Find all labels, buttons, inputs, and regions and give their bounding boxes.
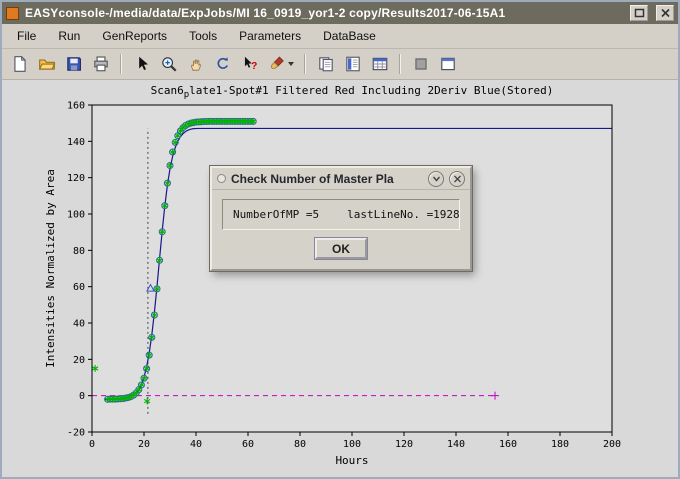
toolbar: ? xyxy=(2,49,678,80)
x-tick-label: 200 xyxy=(603,439,621,450)
x-tick-label: 20 xyxy=(138,439,150,450)
x-tick-label: 80 xyxy=(294,439,306,450)
menu-database[interactable]: DataBase xyxy=(312,26,387,46)
help-cursor-icon: ? xyxy=(241,55,259,73)
report-icon xyxy=(317,55,335,73)
pan-hand-icon xyxy=(187,55,205,73)
svg-text:?: ? xyxy=(251,61,257,72)
select-cursor-icon xyxy=(133,55,151,73)
dialog-close-button[interactable] xyxy=(449,171,465,187)
window-titlebar[interactable]: EASYconsole-/media/data/ExpJobs/MI 16_09… xyxy=(2,2,678,24)
select-cursor-button[interactable] xyxy=(129,52,154,77)
brush-button[interactable] xyxy=(264,52,297,77)
toolbar-separator xyxy=(304,54,306,74)
toolbar-separator xyxy=(399,54,401,74)
pan-hand-button[interactable] xyxy=(183,52,208,77)
stop-button[interactable] xyxy=(408,52,433,77)
stop-icon xyxy=(412,55,430,73)
x-tick-label: 120 xyxy=(395,439,413,450)
new-file-icon xyxy=(11,55,29,73)
toolbar-separator xyxy=(120,54,122,74)
refresh-icon xyxy=(214,55,232,73)
y-tick-label: 20 xyxy=(73,355,85,366)
help-cursor-button[interactable]: ? xyxy=(237,52,262,77)
menu-parameters[interactable]: Parameters xyxy=(228,26,312,46)
y-tick-label: 120 xyxy=(67,173,85,184)
chart[interactable]: 0 20 40 60 80 100 120 140 160 180 200 -20 0 20 40 60 80 1… xyxy=(2,80,678,477)
y-tick-label: 80 xyxy=(73,246,85,257)
print-icon xyxy=(92,55,110,73)
app-window: EASYconsole-/media/data/ExpJobs/MI 16_09… xyxy=(0,0,680,479)
maximize-button[interactable] xyxy=(630,5,648,21)
report-button[interactable] xyxy=(313,52,338,77)
ok-button[interactable]: OK xyxy=(315,238,367,259)
open-folder-button[interactable] xyxy=(34,52,59,77)
y-tick-label: 140 xyxy=(67,137,85,148)
y-axis-label: Intensities Normalized by Area xyxy=(44,169,57,368)
window-layout-icon xyxy=(439,55,457,73)
y-tick-label: 160 xyxy=(67,101,85,112)
x-tick-label: 0 xyxy=(89,439,95,450)
table-grid-button[interactable] xyxy=(367,52,392,77)
dialog-body: NumberOfMP =5 lastLineNo. =1928 OK xyxy=(212,190,470,269)
dialog-title: Check Number of Master Pla xyxy=(231,172,423,186)
x-tick-label: 40 xyxy=(190,439,202,450)
menu-genreports[interactable]: GenReports xyxy=(91,26,178,46)
menu-tools[interactable]: Tools xyxy=(178,26,228,46)
print-button[interactable] xyxy=(88,52,113,77)
dialog-icon xyxy=(217,174,226,183)
zoom-in-button[interactable] xyxy=(156,52,181,77)
close-icon xyxy=(452,174,463,184)
menu-bar: FileRunGenReportsToolsParametersDataBase xyxy=(2,24,678,49)
dialog-check-number-of-master-plates: Check Number of Master Pla NumberOfMP =5… xyxy=(210,166,472,271)
document-view-icon xyxy=(344,55,362,73)
chart-figure[interactable]: 0 20 40 60 80 100 120 140 160 180 200 -20 0 20 40 60 80 1… xyxy=(2,80,678,479)
x-tick-label: 100 xyxy=(343,439,361,450)
window-layout-button[interactable] xyxy=(435,52,460,77)
menu-run[interactable]: Run xyxy=(47,26,91,46)
table-grid-icon xyxy=(371,55,389,73)
save-button[interactable] xyxy=(61,52,86,77)
dialog-collapse-button[interactable] xyxy=(428,171,444,187)
app-icon xyxy=(6,7,19,20)
y-tick-label: 0 xyxy=(79,391,85,402)
close-button[interactable] xyxy=(656,5,674,21)
x-tick-label: 60 xyxy=(242,439,254,450)
x-axis-label: Hours xyxy=(335,454,368,467)
dialog-info-panel: NumberOfMP =5 lastLineNo. =1928 xyxy=(222,199,460,230)
close-icon xyxy=(660,8,671,18)
brush-icon xyxy=(268,55,286,73)
dialog-titlebar[interactable]: Check Number of Master Pla xyxy=(212,168,470,190)
y-tick-label: 100 xyxy=(67,210,85,221)
new-file-button[interactable] xyxy=(7,52,32,77)
x-tick-label: 160 xyxy=(499,439,517,450)
x-tick-label: 180 xyxy=(551,439,569,450)
save-icon xyxy=(65,55,83,73)
window-title: EASYconsole-/media/data/ExpJobs/MI 16_09… xyxy=(25,6,622,20)
maximize-icon xyxy=(634,8,645,18)
number-of-mp-value: NumberOfMP =5 xyxy=(233,208,319,221)
open-folder-icon xyxy=(38,55,56,73)
last-line-no-value: lastLineNo. =1928 xyxy=(347,208,460,221)
y-tick-label: -20 xyxy=(67,428,85,439)
refresh-button[interactable] xyxy=(210,52,235,77)
y-tick-label: 40 xyxy=(73,319,85,330)
menu-file[interactable]: File xyxy=(6,26,47,46)
chevron-down-icon xyxy=(431,174,442,184)
y-tick-label: 60 xyxy=(73,282,85,293)
x-tick-label: 140 xyxy=(447,439,465,450)
zoom-in-icon xyxy=(160,55,178,73)
dropdown-arrow-icon xyxy=(288,62,294,66)
document-view-button[interactable] xyxy=(340,52,365,77)
